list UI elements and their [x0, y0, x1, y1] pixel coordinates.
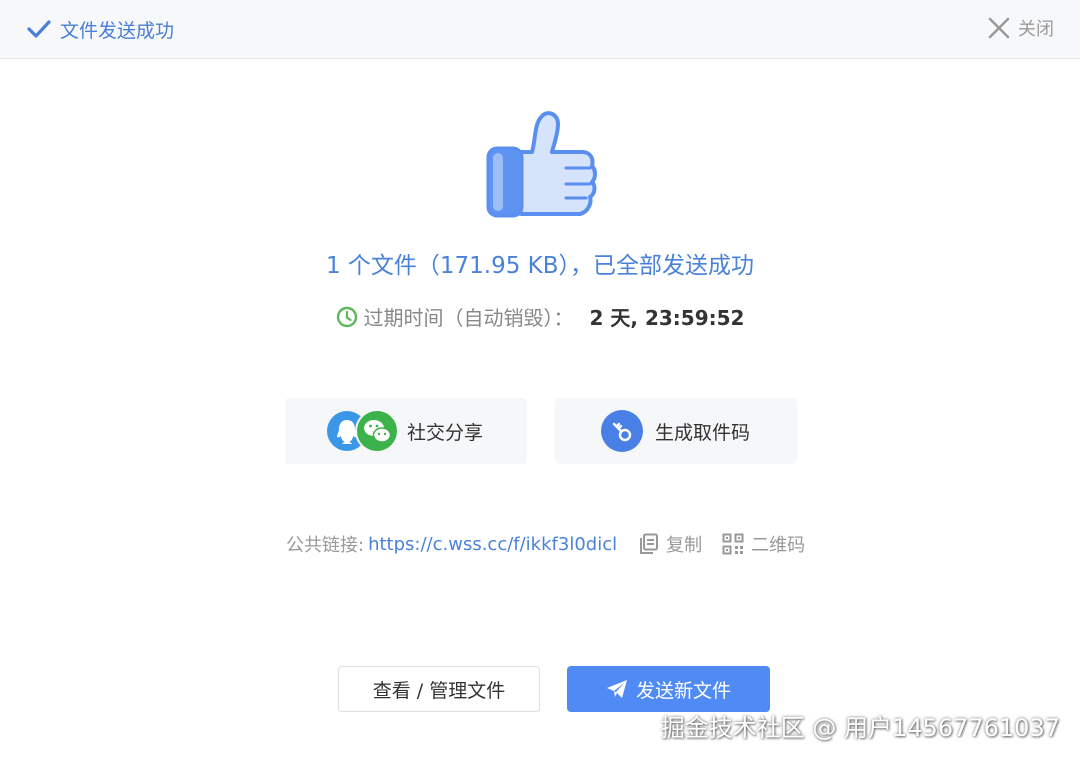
- share-icons: [327, 409, 399, 453]
- public-link-row: 公共链接: https://c.wss.cc/f/ikkf3l0dicl 复制 …: [286, 530, 805, 558]
- watermark: 掘金技术社区 @ 用户14567761037: [660, 714, 1060, 742]
- close-label: 关闭: [1018, 19, 1054, 40]
- social-share-label: 社交分享: [407, 421, 484, 444]
- dialog-header: 文件发送成功 关闭: [0, 0, 1080, 59]
- qr-code-icon: [722, 533, 744, 555]
- manage-files-label: 查看 / 管理文件: [372, 679, 506, 702]
- close-button[interactable]: 关闭: [988, 14, 1054, 42]
- paper-plane-icon: [606, 680, 627, 698]
- expire-countdown: 2 天, 23:59:52: [589, 306, 745, 330]
- clock-icon: [336, 306, 357, 327]
- qr-code-button[interactable]: 二维码: [722, 531, 805, 557]
- public-link-label: 公共链接:: [286, 535, 365, 556]
- generate-code-label: 生成取件码: [655, 421, 751, 444]
- public-link-url[interactable]: https://c.wss.cc/f/ikkf3l0dicl: [368, 534, 617, 555]
- wechat-icon: [355, 409, 399, 453]
- dialog-title: 文件发送成功: [26, 15, 174, 43]
- manage-files-button[interactable]: 查看 / 管理文件: [338, 666, 540, 712]
- key-icon: [601, 410, 643, 452]
- check-icon: [27, 20, 51, 38]
- copy-button[interactable]: 复制: [639, 531, 702, 557]
- close-icon: [988, 17, 1010, 39]
- generate-code-button[interactable]: 生成取件码: [555, 398, 797, 464]
- success-message: 1 个文件（171.95 KB），已全部发送成功: [325, 253, 755, 279]
- expire-row: 过期时间（自动销毁）： 2 天, 23:59:52: [0, 302, 1080, 331]
- social-share-button[interactable]: 社交分享: [285, 398, 527, 464]
- copy-icon: [640, 533, 659, 554]
- expire-label: 过期时间（自动销毁）：: [363, 306, 574, 330]
- send-new-file-label: 发送新文件: [635, 679, 731, 702]
- send-new-file-button[interactable]: 发送新文件: [567, 666, 770, 712]
- dialog-title-text: 文件发送成功: [60, 19, 175, 42]
- copy-label: 复制: [666, 535, 703, 556]
- thumbs-up-icon: [486, 111, 597, 218]
- qr-code-label: 二维码: [751, 535, 806, 556]
